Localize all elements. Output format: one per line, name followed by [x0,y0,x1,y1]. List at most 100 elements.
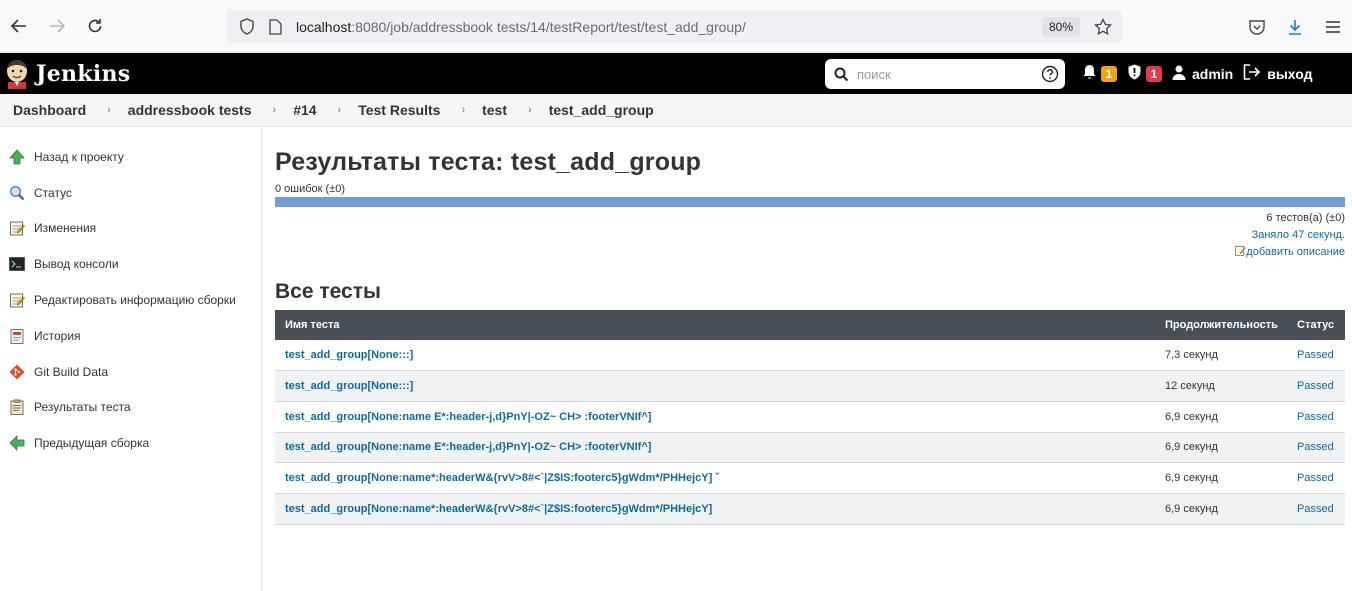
breadcrumb-label[interactable]: Dashboard [13,102,86,118]
forward-icon[interactable] [38,7,76,45]
test-status-link[interactable]: Passed [1297,441,1334,453]
user-button[interactable]: admin [1172,65,1233,83]
tests-count: 6 тестов(а) (±0) [1266,212,1345,224]
duration-link[interactable]: Заняло 47 секунд. [1252,229,1345,241]
test-status-link[interactable]: Passed [1297,503,1334,515]
zoom-level[interactable]: 80% [1041,16,1080,37]
chevron-right-icon[interactable]: › [338,104,342,116]
test-status-link[interactable]: Passed [1297,411,1334,423]
test-duration: 6,9 секунд [1155,462,1287,494]
breadcrumb-label[interactable]: addressbook tests [128,102,252,118]
test-duration: 6,9 секунд [1155,493,1287,525]
security-button[interactable]: 1 [1127,64,1162,83]
breadcrumb-label[interactable]: test_add_group [549,102,654,118]
help-icon[interactable] [1035,65,1065,83]
tests-table: Имя теста Продолжительность Статус test_… [275,310,1345,525]
section-title: Все тесты [275,280,381,303]
add-description-link[interactable]: добавить описание [1246,246,1345,258]
column-header-name[interactable]: Имя теста [275,310,1155,340]
sidebar-item-label: Изменения [34,221,97,236]
notifications-badge: 1 [1101,65,1117,82]
breadcrumb-item[interactable]: addressbook tests › [128,102,293,118]
sidebar-item-git-build-data[interactable]: Git Build Data [0,354,261,390]
sidebar-item-edit-build-info[interactable]: Редактировать информацию сборки [0,282,261,318]
jenkins-logo[interactable]: Jenkins [4,59,130,89]
header-actions: 1 1 admin выход [1082,53,1323,94]
page-icon [262,18,288,35]
jenkins-header: Jenkins 1 1 admin [0,53,1352,94]
side-panel: Назад к проекту Статус Изменения Вывод к… [0,127,262,591]
logout-button[interactable]: выход [1243,64,1313,83]
address-bar[interactable]: localhost:8080/job/addressbook tests/14/… [226,10,1122,43]
search-input[interactable] [857,66,1035,82]
sidebar-item-console-output[interactable]: Вывод консоли [0,246,261,282]
test-duration: 7,3 секунд [1155,340,1287,372]
page-title: Результаты теста: test_add_group [275,148,702,176]
breadcrumb-label[interactable]: #14 [293,102,316,118]
chevron-right-icon[interactable]: › [107,104,111,116]
shield-icon[interactable] [232,18,262,35]
user-icon [1172,65,1186,83]
edit-icon [1235,246,1247,256]
jenkins-brand[interactable]: Jenkins [36,61,130,87]
main-area: Назад к проекту Статус Изменения Вывод к… [0,127,1352,591]
logout-label: выход [1267,65,1313,82]
sidebar-item-previous-build[interactable]: Предыдущая сборка [0,425,261,461]
sidebar-item-label: Статус [34,185,72,200]
url-text[interactable]: localhost:8080/job/addressbook tests/14/… [296,19,1042,35]
search-box [825,59,1065,89]
clipboard-icon [8,398,26,416]
test-name-link[interactable]: test_add_group[None:name E*:header-j,d}P… [285,411,651,423]
test-duration: 6,9 секунд [1155,432,1287,464]
sidebar-item-history[interactable]: История [0,318,261,354]
test-name-link[interactable]: test_add_group[None:name E*:header-j,d}P… [285,441,651,453]
back-icon[interactable] [0,7,38,45]
bookmark-star-icon[interactable] [1090,17,1116,36]
table-header-row: Имя теста Продолжительность Статус [275,310,1345,340]
test-name-link[interactable]: test_add_group[None:::] [285,380,413,392]
sidebar-item-back-to-project[interactable]: Назад к проекту [0,139,261,175]
breadcrumb-item[interactable]: test › [482,102,549,118]
pocket-icon[interactable] [1238,8,1276,46]
menu-icon[interactable] [1314,8,1352,46]
chevron-right-icon[interactable]: › [461,104,465,116]
bell-icon [1082,64,1097,83]
history-icon [8,327,26,345]
breadcrumb: Dashboard › addressbook tests › #14 › Test … [0,94,1352,127]
sidebar-item-changes[interactable]: Изменения [0,211,261,247]
sidebar-item-label: Вывод консоли [34,257,119,272]
browser-tools [1238,0,1352,53]
sidebar-item-label: Редактировать информацию сборки [34,293,236,308]
shield-alert-icon [1127,64,1142,83]
sidebar-item-test-results[interactable]: Результаты теста [0,390,261,426]
chevron-right-icon[interactable]: › [273,104,277,116]
terminal-icon [8,255,26,273]
test-status-link[interactable]: Passed [1297,472,1334,484]
breadcrumb-label[interactable]: test [482,102,507,118]
test-name-link[interactable]: test_add_group[None:::] [285,349,413,361]
sidebar-item-status[interactable]: Статус [0,175,261,211]
column-header-duration[interactable]: Продолжительность [1155,310,1287,340]
test-status-link[interactable]: Passed [1297,349,1334,361]
test-status-link[interactable]: Passed [1297,380,1334,392]
test-duration: 6,9 секунд [1155,401,1287,433]
sidebar-item-label: Предыдущая сборка [34,436,150,451]
test-name-link[interactable]: test_add_group[None:name*:headerW&{rvV>8… [285,503,712,515]
column-header-status[interactable]: Статус [1287,310,1345,340]
notifications-button[interactable]: 1 [1082,64,1117,83]
breadcrumb-item[interactable]: #14 › [293,102,358,118]
breadcrumb-item[interactable]: Test Results › [358,102,482,118]
test-name-link[interactable]: test_add_group[None:name*:headerW&{rvV>8… [285,472,719,484]
breadcrumb-item[interactable]: Dashboard › [13,102,128,118]
breadcrumb-item[interactable]: test_add_group [549,102,654,118]
main-panel: Результаты теста: test_add_group 0 ошибо… [262,127,1352,591]
search-icon [825,67,857,82]
magnifier-icon [8,184,26,202]
table-row: test_add_group[None:name*:headerW&{rvV>8… [275,493,1345,525]
download-icon[interactable] [1276,8,1314,46]
table-row: test_add_group[None:name E*:header-j,d}P… [275,432,1345,464]
security-badge: 1 [1146,65,1162,82]
chevron-right-icon[interactable]: › [528,104,532,116]
breadcrumb-label[interactable]: Test Results [358,102,440,118]
reload-icon[interactable] [76,7,114,45]
